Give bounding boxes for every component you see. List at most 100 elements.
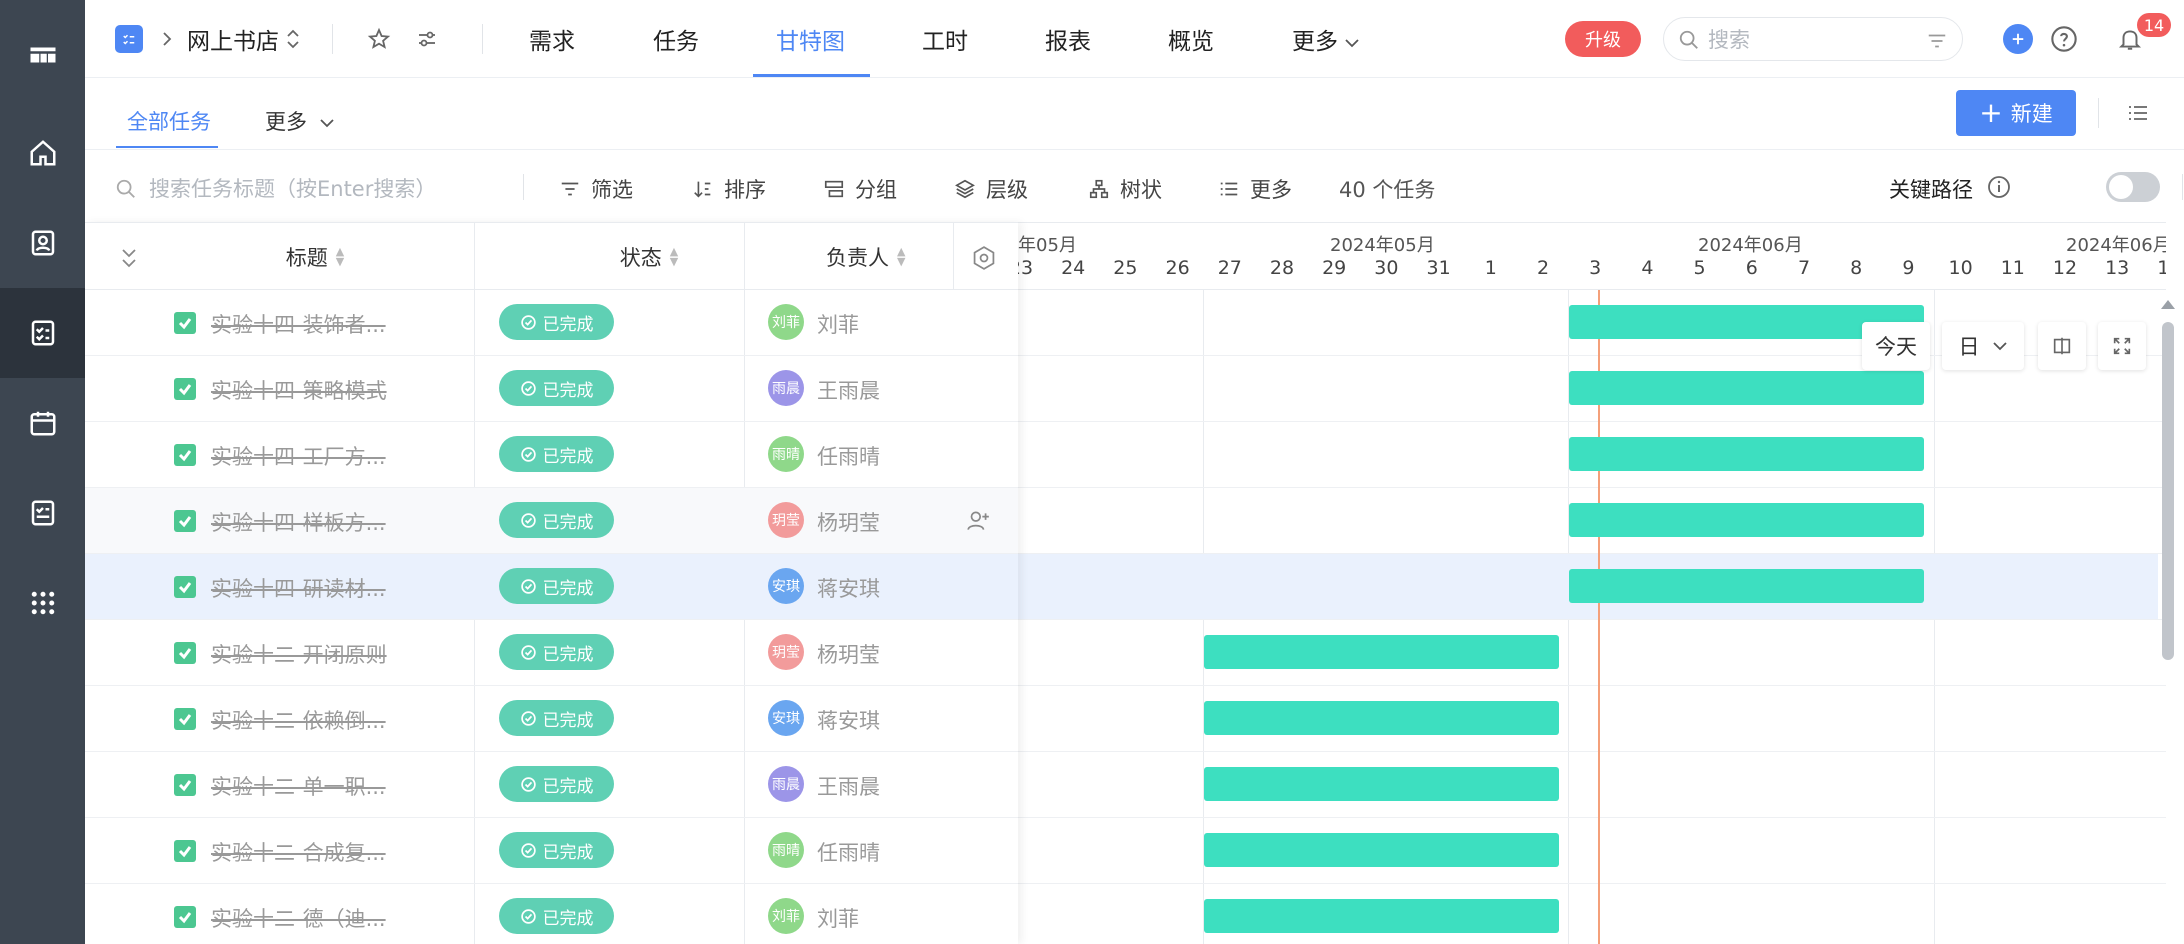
gantt-task-bar[interactable] (1569, 371, 1925, 405)
completed-checkbox[interactable] (174, 840, 196, 862)
tab-reports[interactable]: 报表 (1045, 22, 1091, 56)
tab-overview[interactable]: 概览 (1168, 22, 1214, 56)
group-button[interactable]: 分组 (823, 174, 897, 204)
list-view-icon[interactable] (2123, 98, 2153, 128)
column-owner[interactable]: 负责人 ▲ ▼ (826, 223, 986, 291)
gantt-task-bar[interactable] (1203, 701, 1559, 735)
tasks-icon[interactable] (0, 288, 85, 378)
gantt-task-bar[interactable] (1203, 899, 1559, 933)
task-title[interactable]: 实验十四-策略模式 (211, 375, 387, 405)
completed-checkbox[interactable] (174, 312, 196, 334)
completed-checkbox[interactable] (174, 378, 196, 400)
task-title[interactable]: 实验十二-依赖倒... (211, 705, 386, 735)
split-view-icon[interactable] (2038, 322, 2086, 370)
owner-name[interactable]: 蒋安琪 (817, 573, 880, 603)
gantt-task-bar[interactable] (1203, 833, 1559, 867)
info-icon[interactable] (1987, 175, 2011, 199)
task-search-input[interactable] (149, 174, 489, 204)
table-row[interactable]: 实验十四-策略模式 已完成 雨晨 王雨晨 (85, 356, 1018, 422)
today-button[interactable]: 今天 (1862, 322, 1930, 370)
global-search-input[interactable] (1708, 26, 1908, 54)
gantt-task-bar[interactable] (1569, 503, 1925, 537)
more-button[interactable]: 更多 (1218, 174, 1292, 204)
star-icon[interactable] (364, 24, 394, 54)
owner-name[interactable]: 刘菲 (817, 903, 859, 933)
view-more-dropdown[interactable]: 更多 (265, 106, 335, 136)
owner-name[interactable]: 任雨晴 (817, 837, 880, 867)
status-badge[interactable]: 已完成 (499, 370, 614, 406)
collapse-all-icon[interactable] (119, 247, 139, 269)
contacts-icon[interactable] (0, 198, 85, 288)
owner-name[interactable]: 蒋安琪 (817, 705, 880, 735)
completed-checkbox[interactable] (174, 642, 196, 664)
completed-checkbox[interactable] (174, 708, 196, 730)
table-row[interactable]: 实验十四-装饰者... 已完成 刘菲 刘菲 (85, 290, 1018, 356)
tab-more[interactable]: 更多 (1292, 22, 1360, 56)
completed-checkbox[interactable] (174, 906, 196, 928)
status-badge[interactable]: 已完成 (499, 502, 614, 538)
home-icon[interactable] (0, 108, 85, 198)
gantt-task-bar[interactable] (1569, 569, 1925, 603)
owner-name[interactable]: 王雨晨 (817, 375, 880, 405)
critical-path-toggle[interactable] (2106, 172, 2160, 202)
status-badge[interactable]: 已完成 (499, 898, 614, 934)
table-row[interactable]: 实验十二-合成复... 已完成 雨晴 任雨晴 (85, 818, 1018, 884)
tab-gantt[interactable]: 甘特图 (776, 22, 845, 56)
project-switch-icon[interactable] (285, 25, 301, 53)
table-row[interactable]: 实验十四-样板方... 已完成 玥莹 杨玥莹 (85, 488, 1018, 554)
tab-all-tasks[interactable]: 全部任务 (127, 106, 211, 136)
filter-icon[interactable] (1926, 30, 1948, 52)
owner-name[interactable]: 任雨晴 (817, 441, 880, 471)
status-badge[interactable]: 已完成 (499, 634, 614, 670)
scroll-up-arrow-icon[interactable] (2161, 300, 2175, 309)
owner-name[interactable]: 杨玥莹 (817, 639, 880, 669)
table-row[interactable]: 实验十四-工厂方... 已完成 雨晴 任雨晴 (85, 422, 1018, 488)
status-badge[interactable]: 已完成 (499, 436, 614, 472)
new-task-button[interactable]: + 新建 (1956, 90, 2076, 136)
table-row[interactable]: 实验十二-单一职... 已完成 雨晨 王雨晨 (85, 752, 1018, 818)
owner-name[interactable]: 杨玥莹 (817, 507, 880, 537)
task-title[interactable]: 实验十二-合成复... (211, 837, 386, 867)
filter-button[interactable]: 筛选 (559, 174, 633, 204)
logo-icon[interactable] (0, 10, 85, 100)
status-badge[interactable]: 已完成 (499, 304, 614, 340)
tab-worktime[interactable]: 工时 (922, 22, 968, 56)
help-icon[interactable] (2049, 24, 2079, 54)
project-name[interactable]: 网上书店 (187, 22, 279, 56)
checklist-icon[interactable] (0, 468, 85, 558)
completed-checkbox[interactable] (174, 774, 196, 796)
status-badge[interactable]: 已完成 (499, 700, 614, 736)
upgrade-button[interactable]: 升级 (1565, 21, 1641, 57)
table-row[interactable]: 实验十二-开闭原则 已完成 玥莹 杨玥莹 (85, 620, 1018, 686)
sort-button[interactable]: 排序 (692, 174, 766, 204)
table-row[interactable]: 实验十四-研读材... 已完成 安琪 蒋安琪 (85, 554, 1018, 620)
tab-tasks[interactable]: 任务 (653, 22, 699, 56)
completed-checkbox[interactable] (174, 444, 196, 466)
status-badge[interactable]: 已完成 (499, 568, 614, 604)
column-settings-icon[interactable] (971, 245, 997, 271)
task-title[interactable]: 实验十二-开闭原则 (211, 639, 387, 669)
owner-name[interactable]: 刘菲 (817, 309, 859, 339)
tab-requirements[interactable]: 需求 (529, 22, 575, 56)
table-row[interactable]: 实验十二-德（迪... 已完成 刘菲 刘菲 (85, 884, 1018, 944)
column-status[interactable]: 状态 ▲ ▼ (559, 223, 739, 291)
scale-select[interactable]: 日 (1942, 322, 2024, 370)
task-title[interactable]: 实验十四-装饰者... (211, 309, 386, 339)
settings-sliders-icon[interactable] (412, 24, 442, 54)
completed-checkbox[interactable] (174, 576, 196, 598)
table-row[interactable]: 实验十二-依赖倒... 已完成 安琪 蒋安琪 (85, 686, 1018, 752)
calendar-icon[interactable] (0, 378, 85, 468)
task-title[interactable]: 实验十二-单一职... (211, 771, 386, 801)
owner-name[interactable]: 王雨晨 (817, 771, 880, 801)
fullscreen-icon[interactable] (2098, 322, 2146, 370)
completed-checkbox[interactable] (174, 510, 196, 532)
column-title[interactable]: 标题 ▲ ▼ (245, 223, 385, 291)
gantt-task-bar[interactable] (1203, 635, 1559, 669)
apps-icon[interactable] (0, 558, 85, 648)
add-icon[interactable] (2003, 24, 2033, 54)
gantt-task-bar[interactable] (1203, 767, 1559, 801)
status-badge[interactable]: 已完成 (499, 832, 614, 868)
level-button[interactable]: 层级 (954, 174, 1028, 204)
task-title[interactable]: 实验十四-样板方... (211, 507, 386, 537)
task-title[interactable]: 实验十四-工厂方... (211, 441, 386, 471)
